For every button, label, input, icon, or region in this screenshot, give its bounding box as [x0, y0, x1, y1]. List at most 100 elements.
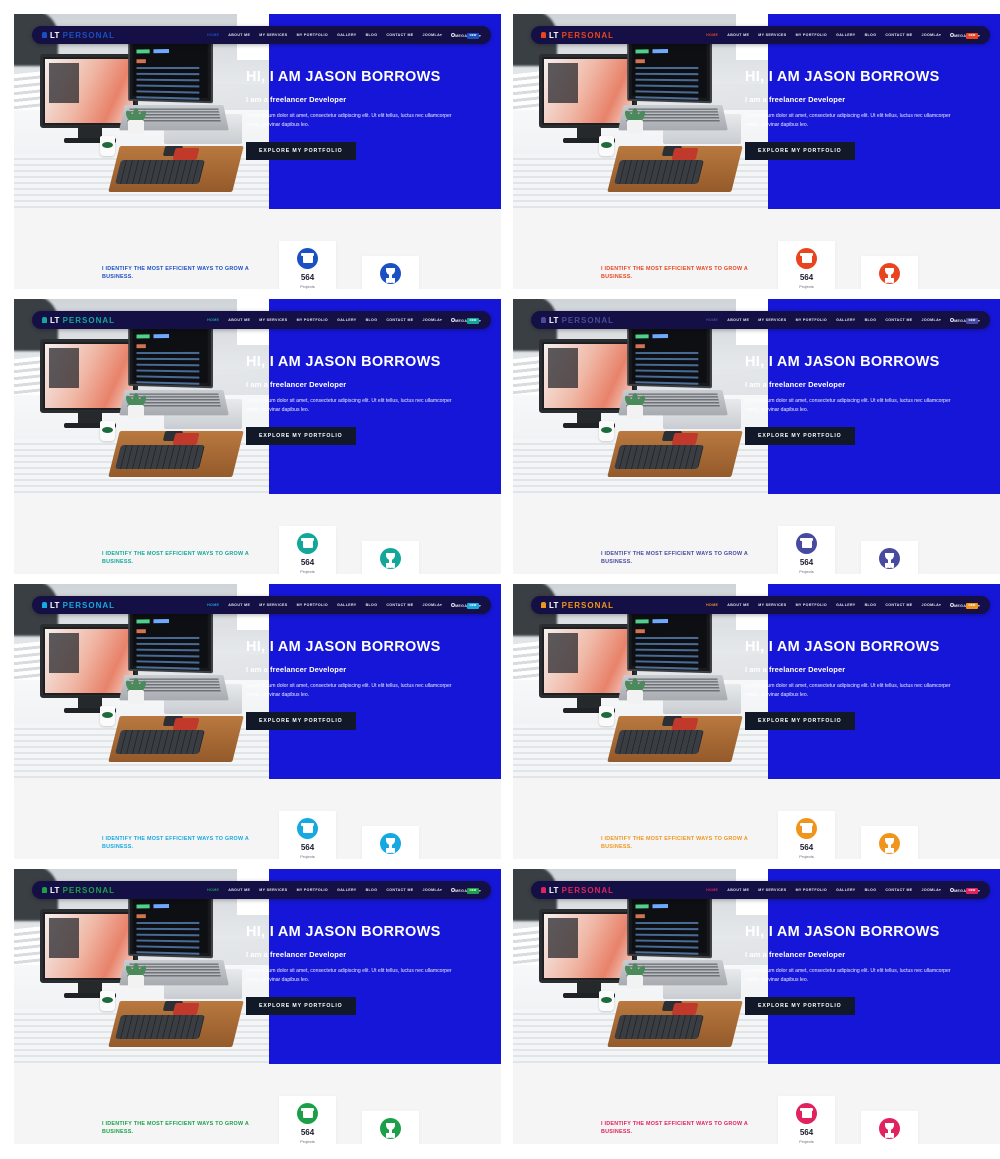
- nav-item-home[interactable]: HOME: [706, 318, 718, 322]
- nav-item-blog[interactable]: BLOG: [865, 33, 877, 37]
- nav-item-my-services[interactable]: MY SERVICES: [259, 33, 287, 37]
- nav-item-home[interactable]: HOME: [207, 888, 219, 892]
- nav-item-mega[interactable]: MEGA NEW ▾: [950, 602, 980, 609]
- nav-item-blog[interactable]: BLOG: [865, 318, 877, 322]
- photo-laptop-screen: [627, 34, 712, 104]
- explore-portfolio-button[interactable]: EXPLORE MY PORTFOLIO: [246, 996, 356, 1015]
- nav-item-contact-me[interactable]: CONTACT ME: [885, 33, 912, 37]
- nav-item-mega[interactable]: MEGA NEW ▾: [451, 32, 481, 39]
- nav-item-my-portfolio[interactable]: MY PORTFOLIO: [297, 603, 329, 607]
- nav-item-my-services[interactable]: MY SERVICES: [758, 33, 786, 37]
- nav-item-home[interactable]: HOME: [706, 603, 718, 607]
- nav-item-about-me[interactable]: ABOUT ME: [228, 888, 250, 892]
- nav-item-home[interactable]: HOME: [207, 33, 219, 37]
- nav-item-gallery[interactable]: GALLERY: [337, 888, 357, 892]
- site-logo[interactable]: LT PERSONAL: [531, 316, 614, 325]
- nav-item-blog[interactable]: BLOG: [366, 603, 378, 607]
- template-preview-panel-purple[interactable]: HI, I AM JASON BORROWS I am a freelancer…: [513, 299, 1000, 574]
- nav-item-gallery[interactable]: GALLERY: [836, 318, 856, 322]
- site-logo[interactable]: LT PERSONAL: [32, 886, 115, 895]
- nav-item-my-services[interactable]: MY SERVICES: [758, 603, 786, 607]
- template-preview-panel-teal[interactable]: HI, I AM JASON BORROWS I am a freelancer…: [14, 299, 501, 574]
- nav-item-gallery[interactable]: GALLERY: [337, 603, 357, 607]
- nav-item-gallery[interactable]: GALLERY: [836, 603, 856, 607]
- explore-portfolio-button[interactable]: EXPLORE MY PORTFOLIO: [246, 711, 356, 730]
- nav-item-about-me[interactable]: ABOUT ME: [727, 33, 749, 37]
- explore-portfolio-button[interactable]: EXPLORE MY PORTFOLIO: [745, 996, 855, 1015]
- nav-item-home[interactable]: HOME: [706, 888, 718, 892]
- nav-item-my-portfolio[interactable]: MY PORTFOLIO: [796, 888, 828, 892]
- site-logo[interactable]: LT PERSONAL: [32, 31, 115, 40]
- explore-portfolio-button[interactable]: EXPLORE MY PORTFOLIO: [745, 711, 855, 730]
- nav-item-joomla[interactable]: JOOMLA▾: [423, 888, 443, 892]
- nav-item-about-me[interactable]: ABOUT ME: [727, 603, 749, 607]
- nav-item-my-services[interactable]: MY SERVICES: [259, 888, 287, 892]
- nav-item-joomla[interactable]: JOOMLA▾: [922, 318, 942, 322]
- nav-item-my-portfolio[interactable]: MY PORTFOLIO: [297, 318, 329, 322]
- nav-item-contact-me[interactable]: CONTACT ME: [386, 888, 413, 892]
- nav-item-about-me[interactable]: ABOUT ME: [727, 318, 749, 322]
- nav-item-my-services[interactable]: MY SERVICES: [758, 318, 786, 322]
- nav-item-joomla[interactable]: JOOMLA▾: [922, 33, 942, 37]
- nav-item-joomla[interactable]: JOOMLA▾: [922, 603, 942, 607]
- template-preview-panel-green[interactable]: HI, I AM JASON BORROWS I am a freelancer…: [14, 869, 501, 1144]
- nav-item-my-portfolio[interactable]: MY PORTFOLIO: [297, 33, 329, 37]
- nav-item-blog[interactable]: BLOG: [865, 888, 877, 892]
- nav-item-gallery[interactable]: GALLERY: [836, 33, 856, 37]
- nav-item-joomla[interactable]: JOOMLA▾: [922, 888, 942, 892]
- nav-item-contact-me[interactable]: CONTACT ME: [386, 33, 413, 37]
- nav-item-gallery[interactable]: GALLERY: [337, 318, 357, 322]
- nav-item-blog[interactable]: BLOG: [366, 318, 378, 322]
- nav-item-my-portfolio[interactable]: MY PORTFOLIO: [796, 603, 828, 607]
- nav-item-my-services[interactable]: MY SERVICES: [259, 603, 287, 607]
- template-preview-panel-pink[interactable]: HI, I AM JASON BORROWS I am a freelancer…: [513, 869, 1000, 1144]
- nav-item-mega[interactable]: MEGA NEW ▾: [451, 887, 481, 894]
- site-logo[interactable]: LT PERSONAL: [32, 316, 115, 325]
- nav-item-about-me[interactable]: ABOUT ME: [727, 888, 749, 892]
- nav-item-gallery[interactable]: GALLERY: [836, 888, 856, 892]
- nav-item-my-services[interactable]: MY SERVICES: [758, 888, 786, 892]
- explore-portfolio-button[interactable]: EXPLORE MY PORTFOLIO: [246, 141, 356, 160]
- nav-item-gallery[interactable]: GALLERY: [337, 33, 357, 37]
- nav-item-mega[interactable]: MEGA NEW ▾: [950, 32, 980, 39]
- site-logo[interactable]: LT PERSONAL: [531, 601, 614, 610]
- nav-item-contact-me[interactable]: CONTACT ME: [386, 318, 413, 322]
- nav-item-contact-me[interactable]: CONTACT ME: [386, 603, 413, 607]
- nav-item-about-me[interactable]: ABOUT ME: [228, 33, 250, 37]
- nav-item-mega[interactable]: MEGA NEW ▾: [950, 317, 980, 324]
- nav-item-home[interactable]: HOME: [706, 33, 718, 37]
- nav-item-home[interactable]: HOME: [207, 603, 219, 607]
- site-logo[interactable]: LT PERSONAL: [531, 31, 614, 40]
- nav-item-blog[interactable]: BLOG: [366, 33, 378, 37]
- nav-item-mega[interactable]: MEGA NEW ▾: [451, 317, 481, 324]
- nav-item-joomla[interactable]: JOOMLA▾: [423, 318, 443, 322]
- site-logo[interactable]: LT PERSONAL: [32, 601, 115, 610]
- template-preview-panel-cyan[interactable]: HI, I AM JASON BORROWS I am a freelancer…: [14, 584, 501, 859]
- nav-item-joomla[interactable]: JOOMLA▾: [423, 603, 443, 607]
- explore-portfolio-button[interactable]: EXPLORE MY PORTFOLIO: [246, 426, 356, 445]
- nav-item-my-portfolio[interactable]: MY PORTFOLIO: [297, 888, 329, 892]
- explore-portfolio-button[interactable]: EXPLORE MY PORTFOLIO: [745, 141, 855, 160]
- nav-item-my-portfolio[interactable]: MY PORTFOLIO: [796, 318, 828, 322]
- nav-item-contact-me[interactable]: CONTACT ME: [885, 318, 912, 322]
- trophy-icon: [879, 1118, 900, 1139]
- nav-item-contact-me[interactable]: CONTACT ME: [885, 888, 912, 892]
- nav-item-my-services[interactable]: MY SERVICES: [259, 318, 287, 322]
- template-preview-panel-blue[interactable]: HI, I AM JASON BORROWS I am a freelancer…: [14, 14, 501, 289]
- nav-item-home[interactable]: HOME: [207, 318, 219, 322]
- nav-item-contact-me[interactable]: CONTACT ME: [885, 603, 912, 607]
- nav-item-my-portfolio[interactable]: MY PORTFOLIO: [796, 33, 828, 37]
- nav-item-blog[interactable]: BLOG: [865, 603, 877, 607]
- nav-item-mega[interactable]: MEGA NEW ▾: [451, 602, 481, 609]
- nav-item-mega[interactable]: MEGA NEW ▾: [950, 887, 980, 894]
- hero-copy: HI, I AM JASON BORROWS I am a freelancer…: [745, 354, 995, 445]
- explore-portfolio-button[interactable]: EXPLORE MY PORTFOLIO: [745, 426, 855, 445]
- stats-headline: I IDENTIFY THE MOST EFFICIENT WAYS TO GR…: [601, 551, 748, 566]
- nav-item-joomla[interactable]: JOOMLA▾: [423, 33, 443, 37]
- nav-item-about-me[interactable]: ABOUT ME: [228, 603, 250, 607]
- site-logo[interactable]: LT PERSONAL: [531, 886, 614, 895]
- template-preview-panel-orange[interactable]: HI, I AM JASON BORROWS I am a freelancer…: [513, 14, 1000, 289]
- nav-item-about-me[interactable]: ABOUT ME: [228, 318, 250, 322]
- template-preview-panel-amber[interactable]: HI, I AM JASON BORROWS I am a freelancer…: [513, 584, 1000, 859]
- nav-item-blog[interactable]: BLOG: [366, 888, 378, 892]
